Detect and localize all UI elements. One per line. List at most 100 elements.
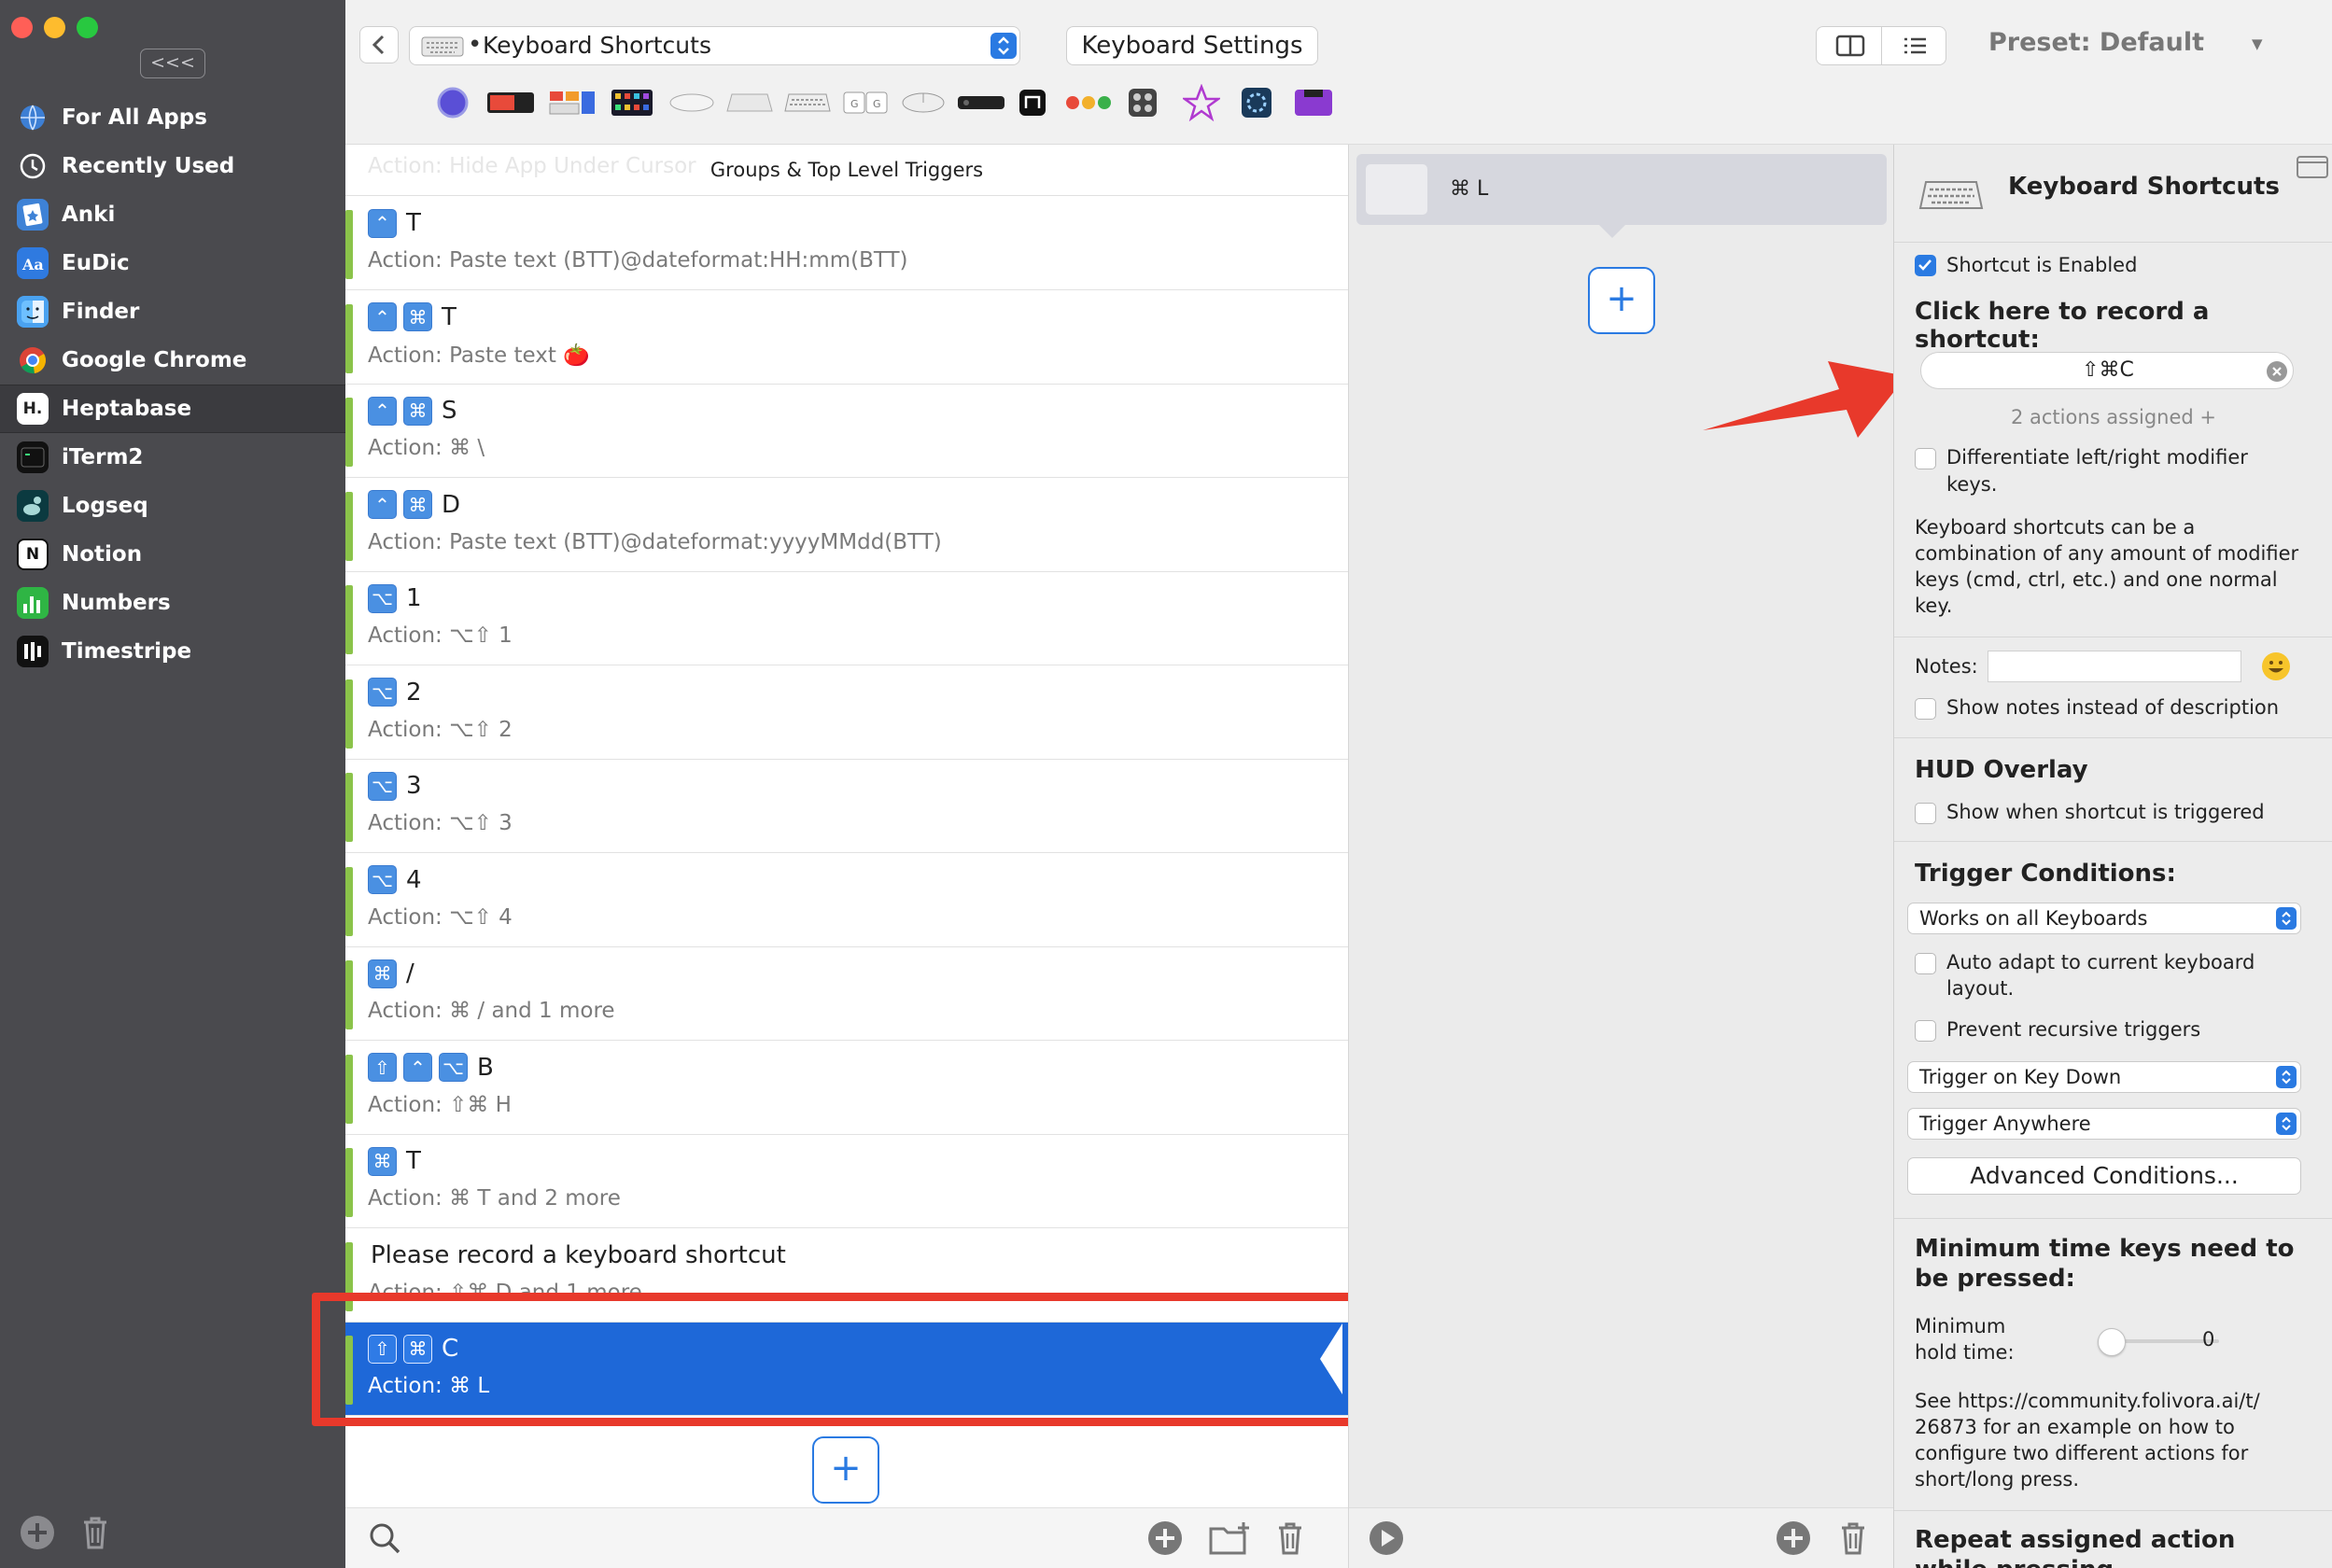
clear-shortcut-icon[interactable]	[2266, 360, 2288, 383]
sidebar-app-item[interactable]: H. Heptabase	[0, 385, 345, 433]
trigger-row[interactable]: ⌥ 2 Action: ⌥⇧ 2	[345, 665, 1348, 760]
trigger-action-summary: Action: ⇧⌘ H	[368, 1092, 512, 1117]
sidebar-app-item[interactable]: Finder	[0, 287, 345, 336]
back-button[interactable]	[359, 26, 399, 63]
siri-remote-icon[interactable]	[956, 84, 1006, 121]
collapse-sidebar-button[interactable]: <<<	[140, 49, 205, 78]
add-trigger-button[interactable]: +	[812, 1436, 879, 1504]
trigger-on-select[interactable]: Trigger on Key Down	[1907, 1061, 2301, 1093]
trigger-row[interactable]: ⌥ 4 Action: ⌥⇧ 4	[345, 853, 1348, 947]
notes-input[interactable]	[1988, 651, 2241, 682]
show-notes-checkbox[interactable]	[1915, 698, 1936, 720]
trackpad-icon[interactable]	[724, 84, 775, 121]
action-card[interactable]: ⌘ L	[1356, 154, 1887, 225]
inspector-panel: Keyboard Shortcuts Shortcut is Enabled C…	[1893, 145, 2332, 1568]
sidebar-app-item[interactable]: iTerm2	[0, 433, 345, 482]
shortcut-enabled-checkbox[interactable]	[1915, 255, 1936, 276]
auto-adapt-checkbox[interactable]	[1915, 953, 1936, 974]
delete-trigger-icon[interactable]	[1271, 1519, 1309, 1557]
see-line-1[interactable]: See https://community.folivora.ai/t/	[1915, 1388, 2260, 1415]
differentiate-modifiers-checkbox[interactable]	[1915, 448, 1936, 469]
notch-bar-icon[interactable]	[1292, 84, 1335, 121]
hud-overlay-checkbox[interactable]	[1915, 803, 1936, 824]
chevron-updown-icon	[2276, 907, 2297, 930]
trigger-type-label: Keyboard Shortcuts	[483, 32, 711, 59]
drawings-icon[interactable]	[1014, 84, 1051, 121]
trigger-key: S	[442, 397, 457, 425]
sidebar-app-item[interactable]: Aa EuDic	[0, 239, 345, 287]
minimize-window-button[interactable]	[44, 17, 65, 38]
modifier-key-icon: ⌘	[368, 1146, 397, 1176]
add-action-button[interactable]: +	[1588, 267, 1655, 334]
close-window-button[interactable]	[11, 17, 33, 38]
midi-icon[interactable]	[1124, 84, 1161, 121]
magic-mouse-icon[interactable]	[667, 84, 717, 121]
key-sequence-icon[interactable]: GG	[840, 84, 891, 121]
trigger-row[interactable]: ⌃ ⌘ T Action: Paste text 🍅	[345, 290, 1348, 385]
description-line-1: Keyboard shortcuts can be a	[1915, 516, 2196, 539]
sidebar-app-item[interactable]: Anki	[0, 190, 345, 239]
finder-icon	[17, 296, 49, 328]
add-folder-icon[interactable]	[1208, 1519, 1251, 1557]
view-mode-segmented[interactable]	[1816, 26, 1946, 65]
add-circle-icon[interactable]	[1146, 1519, 1184, 1557]
play-icon[interactable]	[1368, 1519, 1405, 1557]
trigger-row[interactable]: ⌃ ⌘ S Action: ⌘ \	[345, 385, 1348, 478]
list-view-icon[interactable]	[1882, 27, 1947, 64]
siri-shortcuts-icon[interactable]	[1238, 84, 1275, 121]
trigger-row[interactable]: ⌃ ⌘ D Action: Paste text (BTT)@dateformat:y…	[345, 478, 1348, 572]
actions-assigned-link[interactable]: 2 actions assigned +	[1894, 406, 2332, 428]
touchbar-circle-icon[interactable]	[434, 84, 471, 121]
sidebar-app-item[interactable]: Timestripe	[0, 627, 345, 676]
normal-mouse-icon[interactable]	[898, 84, 948, 121]
prevent-recursive-checkbox[interactable]	[1915, 1020, 1936, 1042]
sidebar-app-item[interactable]: N Notion	[0, 530, 345, 579]
trigger-row[interactable]: ⌥ 1 Action: ⌥⇧ 1	[345, 572, 1348, 665]
divider	[1894, 1510, 2332, 1511]
automations-icon[interactable]	[1062, 84, 1115, 121]
add-app-icon[interactable]	[19, 1514, 56, 1551]
touchbar-icon[interactable]	[485, 84, 536, 121]
trigger-enabled-bar	[345, 491, 353, 561]
preset-select[interactable]: Preset: Default	[1988, 28, 2204, 57]
shortcut-recorder-field[interactable]: ⇧⌘C	[1920, 352, 2294, 389]
sidebar-app-item[interactable]: For All Apps	[0, 93, 345, 142]
sidebar-app-item[interactable]: Numbers	[0, 579, 345, 627]
sidebar-app-item[interactable]: Recently Used	[0, 142, 345, 190]
stream-deck-icon[interactable]	[609, 84, 655, 121]
search-icon[interactable]	[366, 1519, 403, 1557]
sidebar-app-item[interactable]: Logseq	[0, 482, 345, 530]
columns-view-icon[interactable]	[1817, 27, 1882, 64]
zoom-window-button[interactable]	[77, 17, 98, 38]
keyboard-settings-button[interactable]: Keyboard Settings	[1066, 26, 1318, 65]
hud-heading: HUD Overlay	[1915, 756, 2088, 784]
trigger-enabled-bar	[345, 303, 353, 373]
description-line-4: key.	[1915, 595, 1953, 617]
hold-time-slider-knob[interactable]	[2098, 1328, 2126, 1356]
modifier-key-icon: ⌥	[368, 678, 397, 707]
trigger-type-select[interactable]: • Keyboard Shortcuts	[409, 26, 1020, 65]
trigger-row[interactable]: ⌥ 3 Action: ⌥⇧ 3	[345, 760, 1348, 853]
widgets-icon[interactable]	[547, 84, 597, 121]
add-action-icon[interactable]	[1775, 1519, 1812, 1557]
advanced-conditions-button[interactable]: Advanced Conditions...	[1907, 1157, 2301, 1195]
trigger-action-summary: Action: Paste text (BTT)@dateformat:HH:m…	[368, 248, 908, 273]
trigger-row[interactable]: ⇧ ⌃ ⌥ B Action: ⇧⌘ H	[345, 1041, 1348, 1135]
trigger-anywhere-select[interactable]: Trigger Anywhere	[1907, 1108, 2301, 1140]
trigger-row[interactable]: ⌘ T Action: ⌘ T and 2 more	[345, 1135, 1348, 1228]
trigger-enabled-bar	[345, 210, 353, 279]
trigger-row[interactable]: ⌃ T Action: Paste text (BTT)@dateformat:HH…	[345, 197, 1348, 290]
sidebar-app-item[interactable]: Google Chrome	[0, 336, 345, 385]
trigger-row[interactable]: ⌘ / Action: ⌘ / and 1 more	[345, 947, 1348, 1041]
window-toggle-icon[interactable]	[2296, 152, 2329, 180]
other-triggers-star-icon[interactable]	[1182, 84, 1221, 121]
emoji-picker-icon[interactable]	[2260, 651, 2292, 682]
keyboard-condition-select[interactable]: Works on all Keyboards	[1907, 903, 2301, 934]
modifier-key-icon: ⌘	[403, 490, 432, 519]
keyboard-trigger-icon[interactable]	[782, 84, 833, 121]
repeat-heading-2: while pressing	[1915, 1556, 2114, 1568]
delete-action-icon[interactable]	[1834, 1519, 1872, 1557]
timestripe-icon	[17, 636, 49, 667]
selection-notch	[1320, 1323, 1342, 1394]
trash-icon[interactable]	[77, 1514, 114, 1551]
